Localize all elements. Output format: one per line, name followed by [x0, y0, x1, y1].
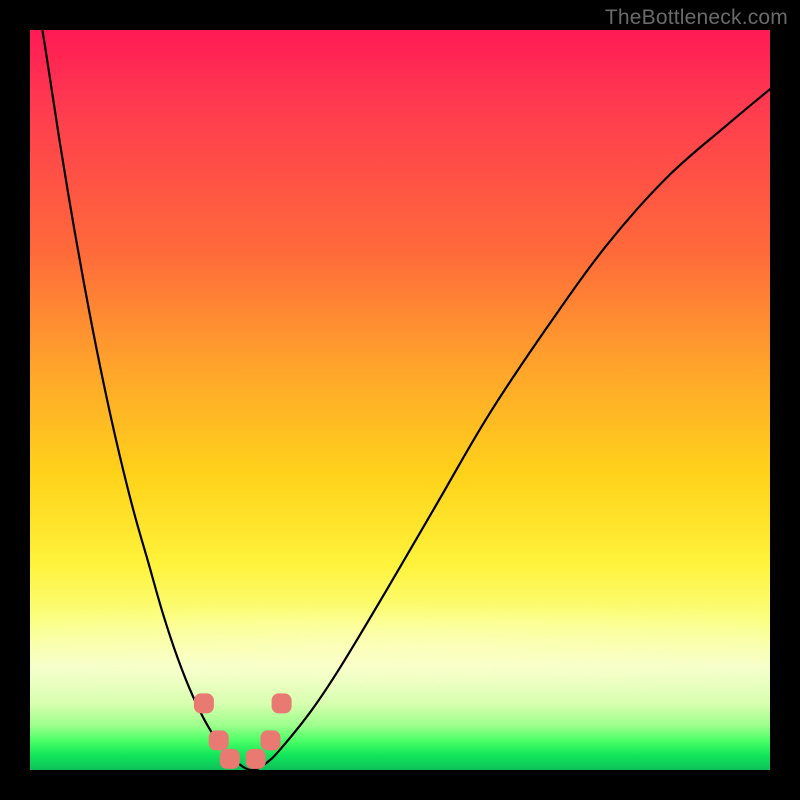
optimal-markers	[194, 693, 292, 769]
plot-area	[30, 30, 770, 770]
curve-layer	[30, 30, 770, 770]
optimal-marker	[194, 693, 214, 713]
optimal-marker	[246, 749, 266, 769]
optimal-marker	[220, 749, 240, 769]
watermark-text: TheBottleneck.com	[605, 6, 788, 30]
optimal-marker	[272, 693, 292, 713]
bottleneck-curve	[30, 30, 770, 770]
optimal-marker	[261, 730, 281, 750]
optimal-marker	[209, 730, 229, 750]
